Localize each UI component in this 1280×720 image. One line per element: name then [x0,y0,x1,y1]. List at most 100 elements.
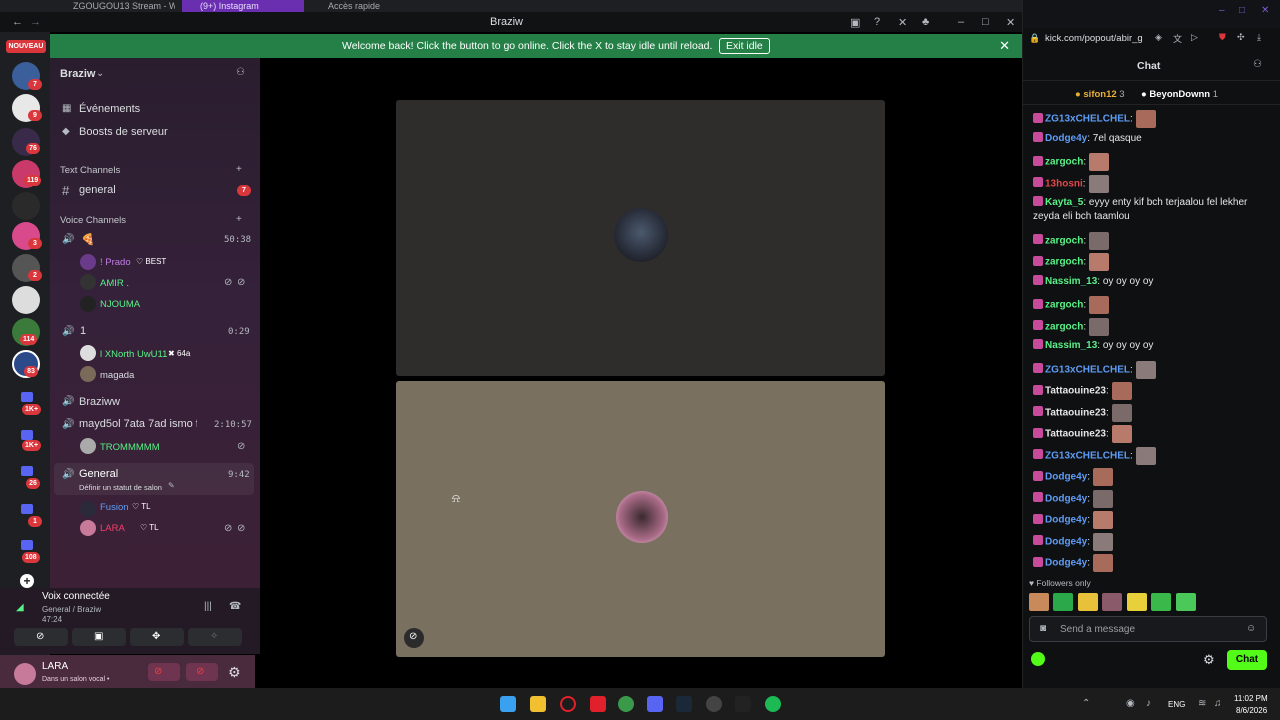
emote[interactable] [1089,153,1110,171]
voice-channel-active[interactable]: General [79,468,118,480]
text-category[interactable]: Text Channels [60,165,120,176]
discord-icon[interactable] [647,696,663,712]
kick-logo-icon[interactable] [1031,652,1045,666]
video-tile[interactable] [396,100,885,376]
language-indicator[interactable]: ENG [1168,700,1185,709]
clock-date[interactable]: 8/6/2026 [1236,706,1267,715]
send-chat-button[interactable]: Chat [1227,650,1267,670]
browser-tab[interactable]: Accès rapide [310,0,430,12]
voice-user[interactable]: NJOUMA [100,299,140,310]
folder-icon[interactable] [21,466,33,476]
close-banner-icon[interactable]: ✕ [999,38,1010,54]
voice-channel[interactable]: Braziww [79,396,120,408]
screen-share-button[interactable]: ▣ [72,628,126,646]
windows-start-icon[interactable] [500,696,516,712]
voice-user[interactable]: TROMMMMM [100,442,160,453]
voice-channel[interactable]: 🍕 [81,233,95,246]
emote[interactable] [1111,382,1132,400]
emote[interactable] [1111,403,1132,422]
voice-channel[interactable]: mayd5ol 7ata 7ad ismo f... [79,418,197,430]
emote[interactable] [1135,360,1156,379]
inbox-icon[interactable]: ▣ [850,16,860,29]
emote[interactable] [1029,593,1049,611]
add-channel-icon[interactable]: + [236,214,242,225]
server-name[interactable]: Braziw [60,68,95,80]
avatar[interactable] [80,520,96,536]
vencord-icon[interactable]: ♣ [922,16,929,28]
voice-user[interactable]: l XNorth UwU11 [100,349,167,360]
disconnect-icon[interactable]: ☎ [229,601,241,612]
chat-username[interactable]: zargoch [1045,157,1083,168]
avatar[interactable] [80,274,96,290]
folder-icon[interactable] [21,540,33,550]
emote[interactable] [1089,253,1110,271]
opera-gx-icon[interactable] [706,696,722,712]
chat-username[interactable]: Dodge4y [1045,558,1087,569]
chat-username[interactable]: Dodge4y [1045,536,1087,547]
avatar[interactable] [80,254,96,270]
user-avatar[interactable] [14,663,36,685]
emote[interactable] [1077,593,1098,611]
exit-idle-button[interactable]: Exit idle [719,38,770,54]
play-icon[interactable]: ▷ [1191,32,1198,43]
noise-suppression-icon[interactable]: ||| [204,601,212,612]
chat-username[interactable]: Dodge4y [1045,515,1087,526]
chat-username[interactable]: Tattaouine23 [1045,407,1106,418]
avatar[interactable] [80,366,96,382]
clock-time[interactable]: 11:02 PM [1234,694,1268,703]
chat-username[interactable]: Tattaouine23 [1045,386,1106,397]
chat-username[interactable]: Dodge4y [1045,472,1087,483]
chrome-icon[interactable] [618,696,634,712]
chat-username[interactable]: ZG13xCHELCHEL [1045,450,1130,461]
chat-username[interactable]: Nassim_13 [1045,340,1097,351]
tray-chevron-icon[interactable]: ⌃ [1082,698,1090,709]
message-input[interactable]: ◙ Send a message ☺ [1029,616,1267,642]
emoji-icon[interactable]: ☺ [1246,623,1256,634]
emote[interactable] [1151,593,1172,611]
boosts-item[interactable]: Boosts de serveur [79,126,168,138]
emote[interactable] [1093,554,1114,572]
events-item[interactable]: Événements [79,103,140,115]
add-server-icon[interactable]: + [20,574,34,588]
back-arrow-icon[interactable]: ← [12,16,23,28]
emote[interactable] [1089,231,1110,250]
opera-icon[interactable] [560,696,576,712]
add-channel-icon[interactable]: + [236,164,242,175]
avatar[interactable] [80,501,96,517]
channel-general[interactable]: general [79,184,116,196]
server-icon[interactable] [12,192,40,220]
emote[interactable] [1088,174,1109,193]
chat-username[interactable]: Dodge4y [1045,493,1087,504]
volume-icon[interactable]: ♫ [1214,698,1222,709]
signal-icon[interactable]: ◢ [16,602,24,613]
emote[interactable] [1093,489,1114,508]
file-explorer-icon[interactable] [530,696,546,712]
voice-user[interactable]: Fusion [100,502,129,513]
avatar[interactable] [80,438,96,454]
chat-username[interactable]: ZG13xCHELCHEL [1045,114,1130,125]
voice-user[interactable]: LARA [100,523,125,534]
tools-icon[interactable]: ✕ [898,16,907,29]
microphone-icon[interactable]: ♪ [1146,698,1151,709]
browser-tab-active[interactable]: (9+) Instagram [182,0,304,12]
maximize-icon[interactable]: □ [1239,5,1245,16]
minimize-icon[interactable]: – [1219,5,1225,16]
voice-user[interactable]: AMIR . [100,278,129,289]
voice-category[interactable]: Voice Channels [60,215,126,226]
forward-arrow-icon[interactable]: → [30,16,41,28]
emote[interactable] [1126,593,1147,611]
browser-tab[interactable]: ZGOUGOU13 Stream - Wat [55,0,175,12]
activities-button[interactable]: ✥ [130,628,184,646]
folder-icon[interactable] [21,430,33,440]
chat-username[interactable]: zargoch [1045,321,1083,332]
tray-icon[interactable]: ◉ [1126,698,1135,709]
server-icon[interactable] [12,286,40,314]
user-name[interactable]: LARA [42,661,68,672]
soundboard-button[interactable]: ✧ [188,628,242,646]
wifi-icon[interactable]: ≋ [1198,698,1206,709]
camera-off-button[interactable]: ⊘ [14,628,68,646]
settings-gear-icon[interactable]: ⚙ [1203,652,1215,668]
emote[interactable] [1093,468,1114,486]
chat-username[interactable]: zargoch [1045,257,1083,268]
deafen-button[interactable]: ⊘ [186,663,218,681]
